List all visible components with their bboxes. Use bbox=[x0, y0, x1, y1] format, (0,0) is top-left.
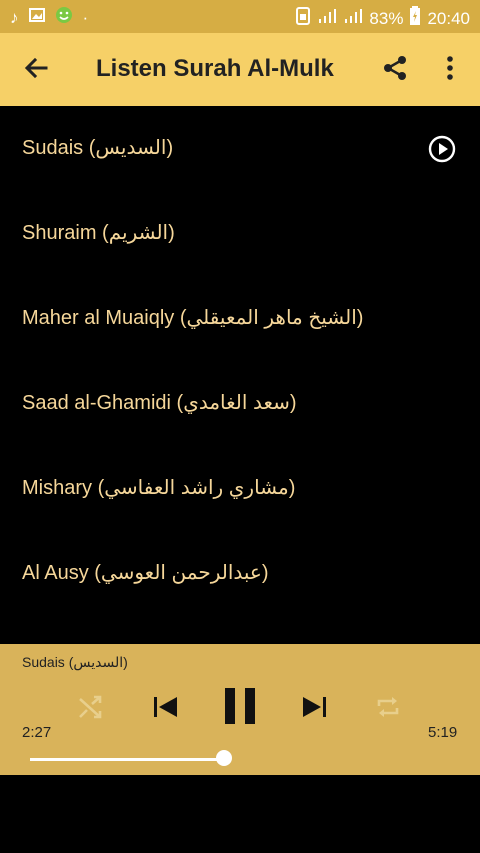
pause-icon bbox=[222, 686, 258, 731]
arrow-left-icon bbox=[23, 55, 49, 86]
list-item-mishary[interactable]: Mishary (مشاري راشد العفاسي) bbox=[0, 446, 480, 531]
repeat-icon bbox=[374, 693, 402, 726]
list-item-sudais[interactable]: Sudais (السديس) bbox=[0, 106, 480, 191]
list-item-label: Saad al-Ghamidi (سعد الغامدي) bbox=[22, 392, 297, 414]
share-icon bbox=[381, 54, 409, 87]
total-duration: 5:19 bbox=[428, 724, 458, 741]
music-note-icon: ♪ bbox=[10, 7, 19, 27]
more-options-button[interactable] bbox=[436, 53, 464, 87]
share-button[interactable] bbox=[378, 53, 412, 87]
list-item-label: Maher al Muaiqly (الشيخ ماهر المعيقلي) bbox=[22, 307, 364, 329]
list-item-label: Shuraim (الشريم) bbox=[22, 222, 175, 244]
emoji-app-icon bbox=[55, 6, 73, 29]
play-circle-icon[interactable] bbox=[428, 135, 456, 163]
notification-icons: ♪ · bbox=[10, 6, 88, 29]
list-item-label: Mishary (مشاري راشد العفاسي) bbox=[22, 477, 296, 499]
pause-button[interactable] bbox=[218, 686, 262, 730]
list-item-saad[interactable]: Saad al-Ghamidi (سعد الغامدي) bbox=[0, 361, 480, 446]
image-icon bbox=[28, 7, 45, 28]
page-title: Listen Surah Al-Mulk bbox=[96, 55, 334, 82]
list-item-ausy[interactable]: Al Ausy (عبدالرحمن العوسي) bbox=[0, 531, 480, 616]
shuffle-icon bbox=[77, 693, 105, 726]
back-button[interactable] bbox=[18, 53, 54, 87]
app-bar: Listen Surah Al-Mulk bbox=[0, 33, 480, 106]
battery-charging-icon bbox=[409, 6, 421, 31]
more-notifications-dot-icon: · bbox=[82, 7, 89, 27]
skip-previous-icon bbox=[151, 693, 179, 726]
previous-button[interactable] bbox=[148, 692, 182, 726]
seek-thumb[interactable] bbox=[216, 750, 232, 766]
shuffle-button[interactable] bbox=[74, 692, 108, 726]
reciter-list: Sudais (السديس) Shuraim (الشريم) Maher a… bbox=[0, 106, 480, 616]
elapsed-time: 2:27 bbox=[22, 724, 52, 741]
signal-icon-2 bbox=[343, 8, 363, 29]
next-button[interactable] bbox=[298, 692, 332, 726]
status-bar: ♪ · 83% 20:40 bbox=[0, 0, 480, 33]
skip-next-icon bbox=[301, 693, 329, 726]
seek-bar[interactable] bbox=[30, 758, 224, 761]
now-playing-label: Sudais (السديس) bbox=[22, 654, 128, 670]
signal-icon-1 bbox=[317, 8, 337, 29]
system-icons: 83% 20:40 bbox=[295, 6, 470, 31]
clock: 20:40 bbox=[427, 8, 470, 28]
list-item-label: Sudais (السديس) bbox=[22, 137, 174, 159]
list-item-shuraim[interactable]: Shuraim (الشريم) bbox=[0, 191, 480, 276]
more-vert-icon bbox=[446, 55, 454, 86]
sim-icon bbox=[295, 7, 311, 30]
repeat-button[interactable] bbox=[371, 692, 405, 726]
list-item-label: Al Ausy (عبدالرحمن العوسي) bbox=[22, 562, 269, 584]
media-player: Sudais (السديس) 2:27 5:19 bbox=[0, 644, 480, 775]
list-item-maher[interactable]: Maher al Muaiqly (الشيخ ماهر المعيقلي) bbox=[0, 276, 480, 361]
battery-percent: 83% bbox=[369, 8, 404, 28]
